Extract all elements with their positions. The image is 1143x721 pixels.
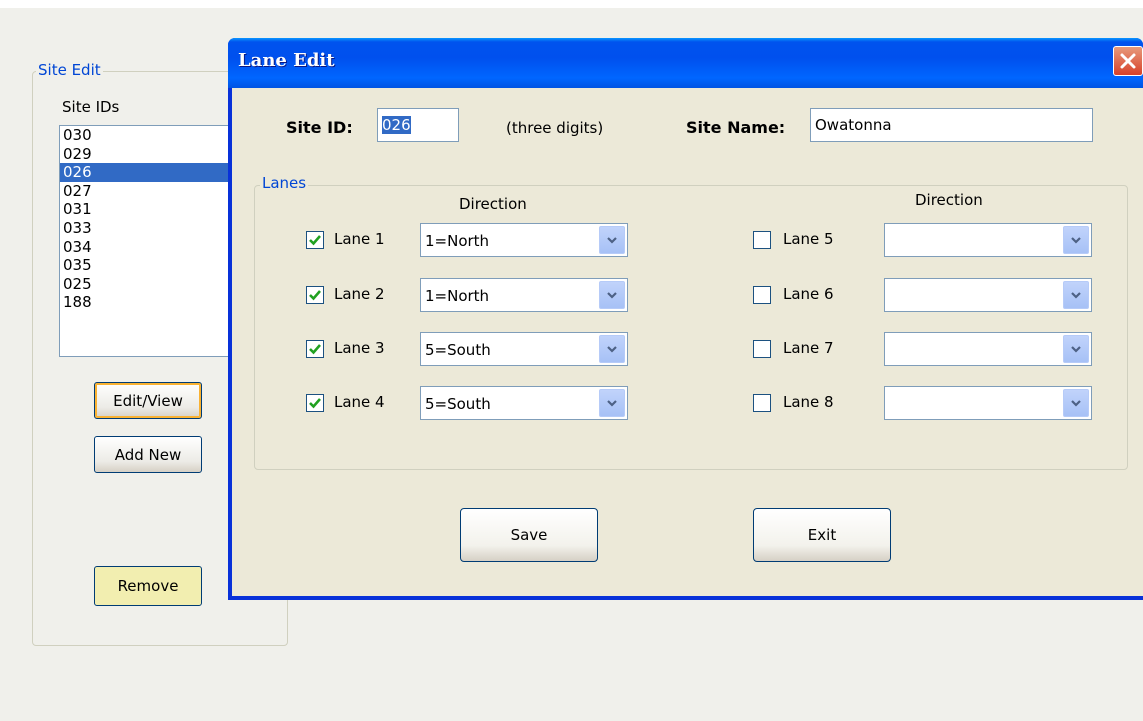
lane-7-checkbox[interactable]	[753, 340, 771, 358]
dropdown-button[interactable]	[1063, 335, 1089, 363]
site-id-hint: (three digits)	[506, 119, 604, 137]
lane-1-label: Lane 1	[334, 230, 385, 248]
chevron-down-icon	[1071, 292, 1081, 299]
dropdown-button[interactable]	[1063, 226, 1089, 254]
list-item[interactable]: 029	[60, 145, 238, 164]
lane-3-label: Lane 3	[334, 339, 385, 357]
list-item[interactable]: 027	[60, 182, 238, 201]
site-name-label: Site Name:	[686, 118, 786, 137]
dropdown-button[interactable]	[599, 389, 625, 417]
chevron-down-icon	[607, 346, 617, 353]
list-item[interactable]: 025	[60, 275, 238, 294]
list-item[interactable]: 034	[60, 238, 238, 257]
lane-5-label: Lane 5	[783, 230, 834, 248]
lane-7-label: Lane 7	[783, 339, 834, 357]
lane-6-direction-select[interactable]	[884, 278, 1092, 312]
lane-3-checkbox[interactable]	[306, 340, 324, 358]
chevron-down-icon	[607, 292, 617, 299]
lane-2-label: Lane 2	[334, 285, 385, 303]
site-ids-label: Site IDs	[62, 98, 120, 116]
checkmark-icon	[309, 344, 321, 355]
lane-5-direction-select[interactable]	[884, 223, 1092, 257]
lane-4-direction-value: 5=South	[425, 395, 491, 413]
dialog-titlebar[interactable]: Lane Edit	[228, 38, 1143, 88]
site-id-field[interactable]: 026	[377, 108, 459, 142]
dropdown-button[interactable]	[1063, 389, 1089, 417]
site-id-list[interactable]: 030 029 026 027 031 033 034 035 025 188	[59, 125, 239, 357]
site-name-field[interactable]: Owatonna	[810, 108, 1093, 142]
checkmark-icon	[309, 398, 321, 409]
lane-2-direction-value: 1=North	[425, 287, 490, 305]
dropdown-button[interactable]	[1063, 281, 1089, 309]
list-item[interactable]: 188	[60, 293, 238, 312]
save-button[interactable]: Save	[460, 508, 598, 562]
exit-button[interactable]: Exit	[753, 508, 891, 562]
chevron-down-icon	[1071, 400, 1081, 407]
site-id-label: Site ID:	[286, 118, 353, 137]
chevron-down-icon	[1071, 346, 1081, 353]
site-id-value: 026	[382, 116, 411, 134]
lane-6-checkbox[interactable]	[753, 286, 771, 304]
list-item[interactable]: 026	[60, 163, 238, 182]
list-item[interactable]: 033	[60, 219, 238, 238]
chevron-down-icon	[607, 237, 617, 244]
list-item[interactable]: 035	[60, 256, 238, 275]
close-icon	[1120, 53, 1136, 69]
list-item[interactable]: 031	[60, 200, 238, 219]
dialog-body: Site ID: 026 (three digits) Site Name: O…	[232, 88, 1143, 596]
site-edit-group-title: Site Edit	[36, 61, 103, 79]
lane-1-direction-value: 1=North	[425, 232, 490, 250]
lane-5-checkbox[interactable]	[753, 231, 771, 249]
lane-8-label: Lane 8	[783, 393, 834, 411]
edit-view-button[interactable]: Edit/View	[94, 382, 202, 419]
close-button[interactable]	[1113, 46, 1143, 76]
checkmark-icon	[309, 290, 321, 301]
lane-4-checkbox[interactable]	[306, 394, 324, 412]
direction-header-left: Direction	[459, 195, 527, 213]
lane-1-direction-select[interactable]: 1=North	[420, 223, 628, 257]
dropdown-button[interactable]	[599, 281, 625, 309]
lane-4-label: Lane 4	[334, 393, 385, 411]
remove-button[interactable]: Remove	[94, 566, 202, 606]
lane-edit-dialog: Lane Edit Site ID: 026 (three digits) Si…	[228, 38, 1143, 600]
lane-6-label: Lane 6	[783, 285, 834, 303]
lane-8-direction-select[interactable]	[884, 386, 1092, 420]
lane-8-checkbox[interactable]	[753, 394, 771, 412]
checkmark-icon	[309, 235, 321, 246]
lane-2-checkbox[interactable]	[306, 286, 324, 304]
lane-2-direction-select[interactable]: 1=North	[420, 278, 628, 312]
chevron-down-icon	[1071, 237, 1081, 244]
add-new-button[interactable]: Add New	[94, 436, 202, 473]
chevron-down-icon	[607, 400, 617, 407]
dialog-title: Lane Edit	[238, 50, 335, 71]
lane-7-direction-select[interactable]	[884, 332, 1092, 366]
list-item[interactable]: 030	[60, 126, 238, 145]
lane-1-checkbox[interactable]	[306, 231, 324, 249]
dropdown-button[interactable]	[599, 335, 625, 363]
direction-header-right: Direction	[915, 191, 983, 209]
dropdown-button[interactable]	[599, 226, 625, 254]
lane-3-direction-value: 5=South	[425, 341, 491, 359]
site-name-value: Owatonna	[815, 116, 892, 134]
lane-3-direction-select[interactable]: 5=South	[420, 332, 628, 366]
lane-4-direction-select[interactable]: 5=South	[420, 386, 628, 420]
lanes-group-title: Lanes	[260, 174, 309, 192]
